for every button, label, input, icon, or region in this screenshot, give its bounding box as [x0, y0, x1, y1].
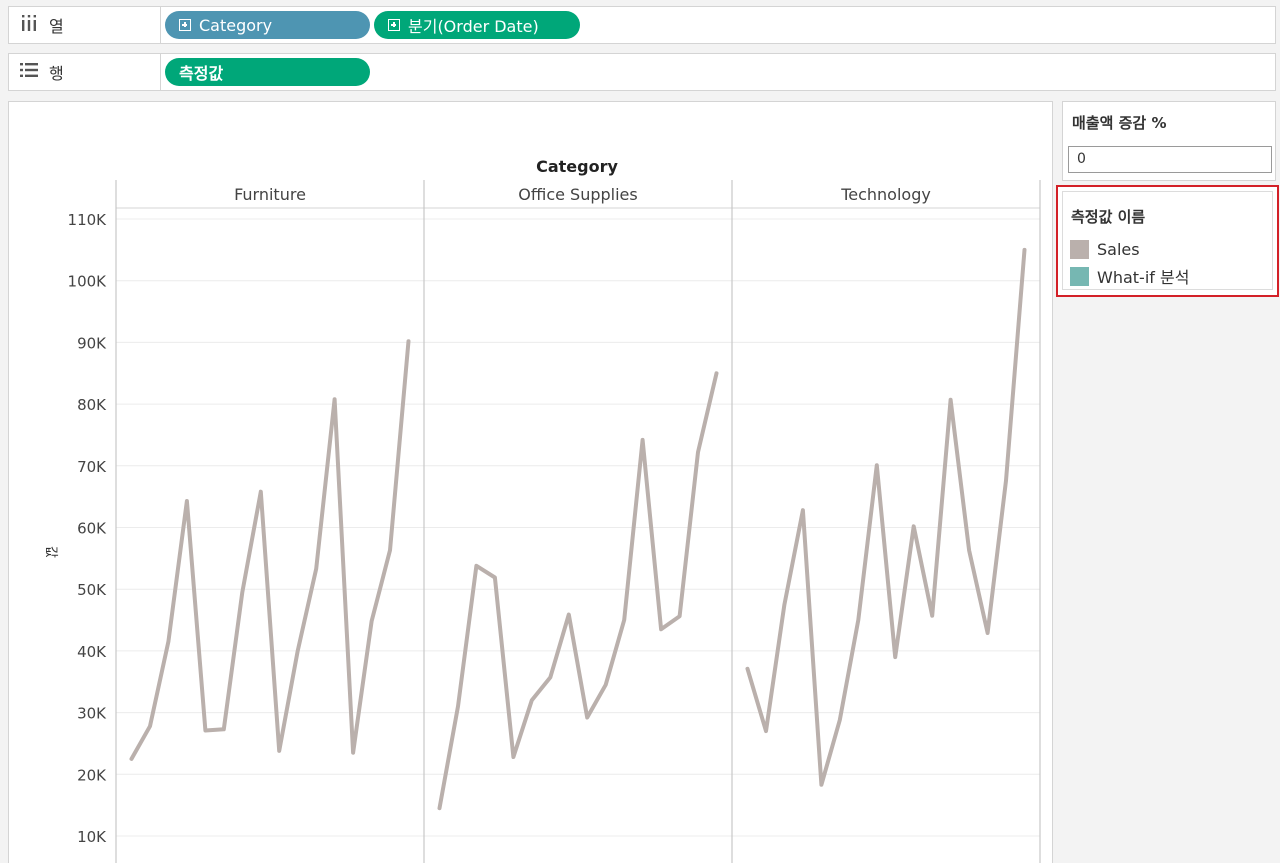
- legend-title: 측정값 이름: [1071, 208, 1146, 226]
- columns-shelf-label: 열: [9, 7, 161, 43]
- y-tick-label: 60K: [77, 520, 107, 538]
- legend-swatch-sales: [1070, 239, 1089, 259]
- legend-card: 측정값 이름 Sales What-if 분석: [1062, 191, 1273, 290]
- rows-label-text: 행: [49, 64, 64, 83]
- legend-item-sales[interactable]: Sales: [1070, 239, 1140, 259]
- rows-shelf-label: 행: [9, 54, 161, 90]
- y-tick-label: 110K: [68, 211, 108, 229]
- category-header[interactable]: Technology: [840, 185, 931, 204]
- columns-label-text: 열: [49, 17, 64, 36]
- y-tick-label: 10K: [77, 828, 107, 846]
- legend-label-sales: Sales: [1097, 239, 1140, 259]
- y-tick-label: 100K: [68, 273, 108, 291]
- parameter-card: 매출액 증감 % 0: [1062, 101, 1276, 181]
- legend-label-whatif: What-if 분석: [1097, 268, 1190, 287]
- series-lines: [129, 247, 1027, 811]
- y-tick-label: 50K: [77, 581, 107, 599]
- y-tick-label: 20K: [77, 766, 107, 784]
- y-tick-label: 90K: [77, 334, 107, 352]
- series-line-technology[interactable]: [745, 247, 1027, 787]
- chart-panel: Category 값 10K 20K 30K 40K 50K 60K 70K 80K 90K 10…: [8, 101, 1053, 863]
- pill-measure-label: 측정값: [179, 64, 224, 83]
- legend-highlight: 측정값 이름 Sales What-if 분석: [1056, 185, 1279, 297]
- line-chart: Category 값 10K20K30K40K50K60K70K80K90K10…: [43, 157, 1041, 863]
- y-tick-label: 70K: [77, 458, 107, 476]
- series-line-office-supplies[interactable]: [437, 371, 719, 811]
- legend-item-whatif[interactable]: What-if 분석: [1070, 266, 1190, 287]
- rows-icon: [19, 63, 39, 81]
- category-header[interactable]: Office Supplies: [518, 185, 637, 204]
- y-axis-label: 값: [43, 546, 58, 558]
- category-header[interactable]: Furniture: [234, 185, 306, 204]
- columns-icon: [19, 15, 39, 35]
- chart-title: Category: [536, 157, 618, 176]
- rows-shelf: 행 측정값: [8, 53, 1276, 91]
- pill-category[interactable]: Category: [165, 11, 370, 39]
- top-strip: [0, 0, 1280, 4]
- pill-quarter-order-date[interactable]: 분기(Order Date): [374, 11, 580, 39]
- parameter-input[interactable]: 0: [1068, 146, 1272, 173]
- y-tick-label: 80K: [77, 396, 107, 414]
- y-tick-label: 40K: [77, 643, 107, 661]
- legend-swatch-whatif: [1070, 266, 1089, 286]
- y-axis: 10K 20K 30K 40K 50K 60K 70K 80K 90K 100K 110K: [68, 211, 108, 846]
- y-tick-label: 30K: [77, 705, 107, 723]
- pill-quarter-label: 분기(Order Date): [408, 17, 539, 36]
- category-headers: Furniture Office Supplies Technology: [234, 185, 931, 204]
- expand-icon[interactable]: [179, 19, 191, 31]
- parameter-title: 매출액 증감 %: [1072, 114, 1167, 132]
- pill-measure-values[interactable]: 측정값: [165, 58, 370, 86]
- columns-shelf: 열 Category 분기(Order Date): [8, 6, 1276, 44]
- pill-category-label: Category: [199, 15, 273, 35]
- expand-icon[interactable]: [388, 19, 400, 31]
